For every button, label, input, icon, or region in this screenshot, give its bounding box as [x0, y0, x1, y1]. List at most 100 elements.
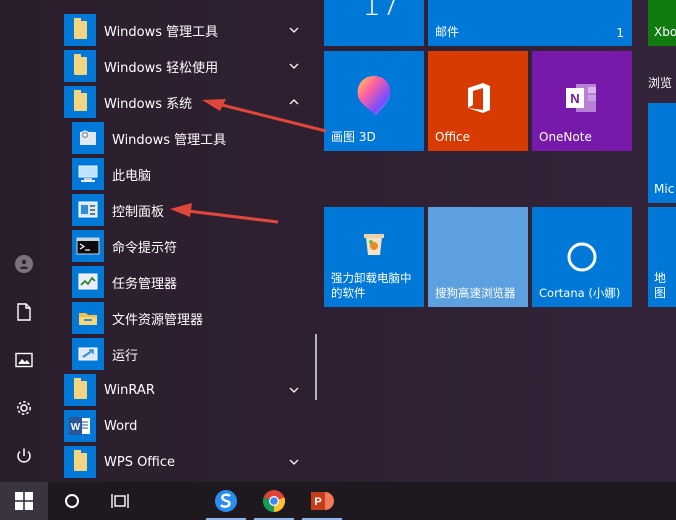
app-list-label: 此电脑 — [112, 168, 152, 184]
app-list-label: Windows 轻松使用 — [104, 60, 219, 76]
onenote-tile-label: OneNote — [539, 130, 592, 144]
task-view-button[interactable] — [96, 482, 144, 520]
onenote-tile[interactable]: N OneNote — [532, 51, 632, 151]
mail-unread-count: 1 — [616, 26, 624, 40]
app-list-item-run[interactable]: 运行 — [48, 336, 318, 372]
xbox-tile-label: Xbo — [654, 25, 676, 39]
chevron-up-icon — [289, 99, 299, 105]
mail-tile-label: 邮件 — [435, 25, 460, 39]
start-menu: Windows 管理工具 Windows 轻松使用 Windows 系统 Win… — [0, 0, 676, 482]
cmd-icon — [72, 230, 104, 262]
sogou-browser-icon — [215, 490, 237, 512]
app-list-item-windows-system[interactable]: Windows 系统 — [48, 84, 318, 120]
explorer-icon — [72, 302, 104, 334]
app-list-label: 任务管理器 — [112, 276, 178, 292]
folder-icon — [64, 446, 96, 478]
start-rail — [0, 0, 48, 482]
onenote-icon: N — [566, 84, 596, 112]
uninstaller-tile[interactable]: 强力卸载电脑中的软件 — [324, 207, 424, 307]
app-list-label: Windows 管理工具 — [112, 132, 227, 148]
paint3d-tile[interactable]: 画图 3D — [324, 51, 424, 151]
folder-icon — [64, 50, 96, 82]
power-icon — [17, 448, 31, 463]
mail-tile[interactable]: 邮件 1 — [428, 0, 632, 46]
app-list-label: 运行 — [112, 348, 139, 364]
picture-icon — [15, 352, 33, 368]
search-button[interactable] — [48, 482, 96, 520]
word-icon: W — [64, 410, 96, 442]
svg-text:W: W — [71, 422, 81, 433]
cortana-tile[interactable]: Cortana (小娜) — [532, 207, 632, 307]
paint3d-icon — [357, 76, 391, 116]
tile-group-label: 浏览 — [648, 76, 673, 90]
cortana-icon — [567, 242, 597, 272]
computer-icon — [72, 158, 104, 190]
folder-icon — [64, 374, 96, 406]
folder-icon — [64, 14, 96, 46]
chevron-down-icon — [289, 387, 299, 393]
maps-tile[interactable]: 地图 — [648, 207, 676, 307]
svg-text:P: P — [314, 496, 321, 508]
chevron-down-icon — [289, 63, 299, 69]
sogou-tile-label: 搜狗高速浏览器 — [435, 286, 516, 300]
cortana-tile-label: Cortana (小娜) — [539, 286, 621, 300]
maps-tile-label: 地图 — [654, 271, 667, 300]
app-list-label: Word — [104, 418, 138, 434]
app-list-label: 文件资源管理器 — [112, 312, 204, 328]
store-tile-label: Mic — [654, 182, 675, 196]
gear-icon — [17, 401, 31, 415]
chrome-icon — [262, 490, 286, 513]
uninstaller-tile-label: 强力卸载电脑中的软件 — [331, 271, 412, 300]
app-list-item-word[interactable]: W Word — [48, 408, 318, 444]
settings-button[interactable] — [0, 384, 48, 432]
app-list-item-windows-admin-tools-folder[interactable]: Windows 管理工具 — [48, 12, 318, 48]
chevron-down-icon — [289, 459, 299, 465]
taskbar-sogou-app[interactable] — [202, 482, 250, 520]
folder-icon — [64, 86, 96, 118]
app-list-item-file-explorer[interactable]: 文件资源管理器 — [48, 300, 318, 336]
app-list-item-admin-tools[interactable]: Windows 管理工具 — [48, 120, 318, 156]
chevron-down-icon — [289, 27, 299, 33]
app-list-label: Windows 系统 — [104, 96, 193, 112]
user-avatar-icon — [15, 255, 33, 273]
app-list-label: 控制面板 — [112, 204, 165, 220]
pictures-button[interactable] — [0, 336, 48, 384]
task-manager-icon — [72, 266, 104, 298]
powerpoint-icon: P — [311, 492, 334, 510]
admin-tools-icon — [72, 122, 104, 154]
calendar-tile[interactable]: 17 — [324, 0, 424, 46]
office-icon — [468, 83, 490, 113]
start-button[interactable] — [0, 482, 48, 520]
app-list-label: WPS Office — [104, 454, 176, 470]
taskbar-powerpoint-app[interactable]: P — [298, 482, 346, 520]
app-list-item-control-panel[interactable]: 控制面板 — [48, 192, 318, 228]
recycle-bin-icon — [364, 234, 384, 255]
app-list-scrollbar[interactable] — [315, 334, 317, 400]
app-list-item-windows-ease-of-access[interactable]: Windows 轻松使用 — [48, 48, 318, 84]
cortana-search-icon — [65, 494, 79, 508]
paint3d-tile-label: 画图 3D — [331, 130, 376, 144]
app-list-item-winrar[interactable]: WinRAR — [48, 372, 318, 408]
power-button[interactable] — [0, 432, 48, 480]
taskbar: P — [0, 482, 676, 520]
user-account-button[interactable] — [0, 240, 48, 288]
app-list-item-wps-office[interactable]: WPS Office — [48, 444, 318, 480]
sogou-browser-tile[interactable]: 搜狗高速浏览器 — [428, 207, 528, 307]
office-tile-label: Office — [435, 130, 471, 144]
office-tile[interactable]: Office — [428, 51, 528, 151]
svg-text:N: N — [570, 91, 579, 106]
control-panel-icon — [72, 194, 104, 226]
app-list-item-task-manager[interactable]: 任务管理器 — [48, 264, 318, 300]
task-view-icon — [111, 494, 129, 508]
app-list-item-command-prompt[interactable]: 命令提示符 — [48, 228, 318, 264]
windows-logo-icon — [15, 492, 33, 510]
app-list-label: Windows 管理工具 — [104, 24, 219, 40]
microsoft-store-tile[interactable]: Mic — [648, 103, 676, 203]
run-icon — [72, 338, 104, 370]
app-list-label: WinRAR — [104, 382, 155, 398]
xbox-tile[interactable]: Xbo — [648, 0, 676, 46]
taskbar-chrome-app[interactable] — [250, 482, 298, 520]
calendar-day-number: 17 — [362, 0, 401, 23]
documents-button[interactable] — [0, 288, 48, 336]
app-list-item-this-pc[interactable]: 此电脑 — [48, 156, 318, 192]
